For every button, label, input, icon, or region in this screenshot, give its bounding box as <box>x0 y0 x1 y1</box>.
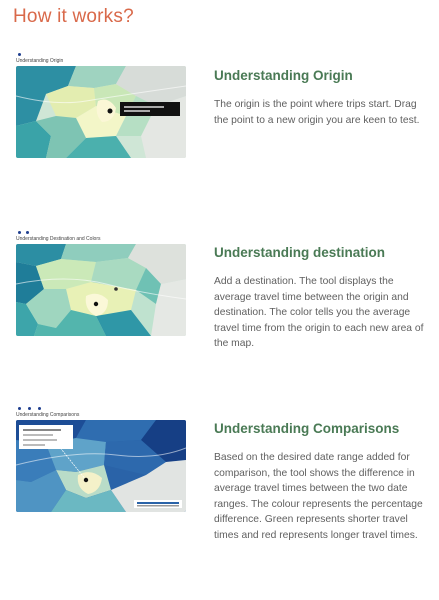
origin-map-thumbnail <box>16 66 186 158</box>
step-dot <box>18 231 21 234</box>
step-dot <box>38 407 41 410</box>
step-dot <box>26 231 29 234</box>
thumbnail-caption: Understanding Origin <box>16 58 64 64</box>
section-description: Add a destination. The tool displays the… <box>214 276 424 350</box>
step-dots <box>16 230 188 236</box>
section-title: Understanding destination <box>214 245 386 260</box>
section-title: Understanding Origin <box>214 68 353 83</box>
section-title: Understanding Comparisons <box>214 421 400 436</box>
step-dots <box>16 406 188 412</box>
section-description: The origin is the point where trips star… <box>214 99 420 126</box>
step-dot <box>18 407 21 410</box>
page-title: How it works? <box>13 6 134 27</box>
comparison-map-thumbnail <box>16 420 186 512</box>
section-description: Based on the desired date range added fo… <box>214 452 423 541</box>
thumbnail-caption: Understanding Comparisons <box>16 412 80 418</box>
step-dot <box>18 53 21 56</box>
thumbnail-caption: Understanding Destination and Colors <box>16 236 101 242</box>
step-dots <box>16 52 188 58</box>
destination-map-thumbnail <box>16 244 186 336</box>
step-dot <box>28 407 31 410</box>
